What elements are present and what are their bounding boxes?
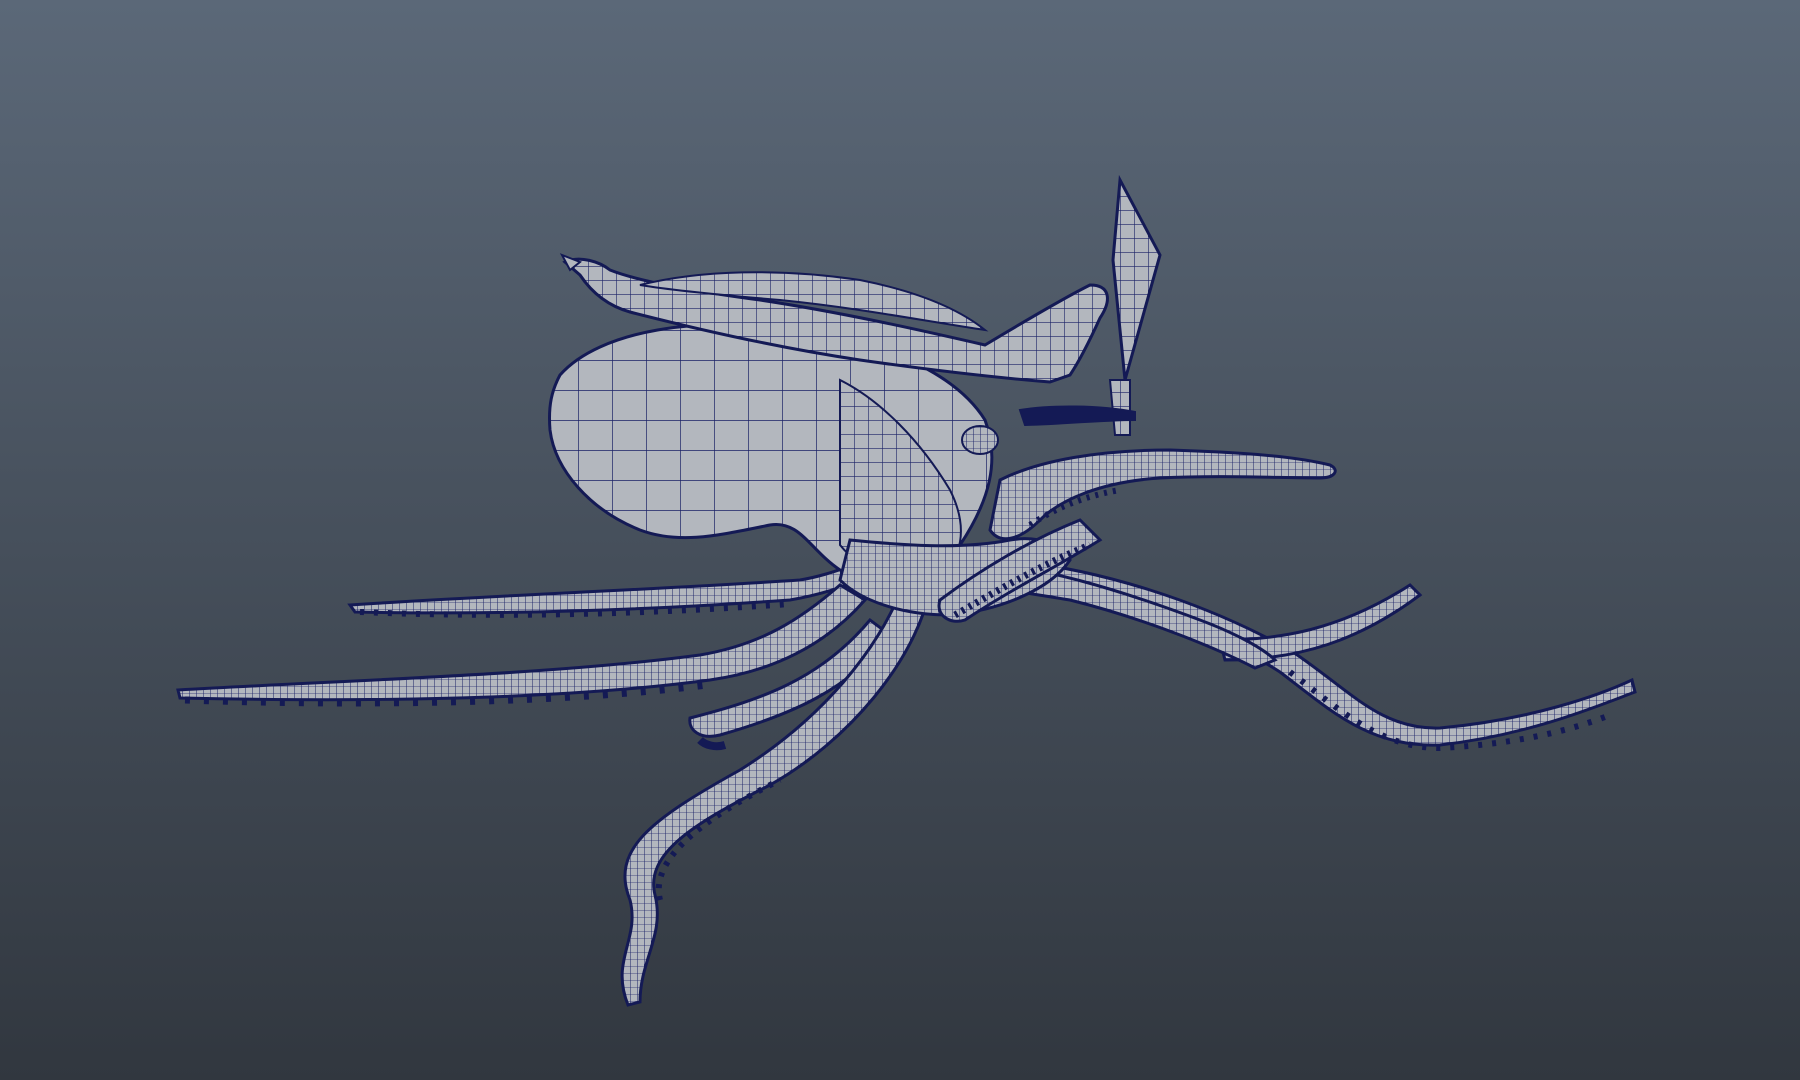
3d-viewport[interactable] <box>0 0 1800 1080</box>
tentacle-raised[interactable] <box>988 448 1337 541</box>
tentacle-back-left[interactable] <box>347 558 877 618</box>
octopus-mesh[interactable] <box>0 0 1800 1080</box>
octopus-eye <box>961 425 999 455</box>
